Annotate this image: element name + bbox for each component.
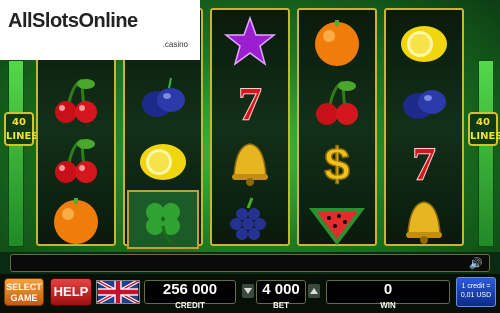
cherries-symbol — [38, 130, 114, 189]
orange-symbol — [38, 190, 114, 249]
svg-text:7: 7 — [412, 138, 436, 188]
logo-text: AllSlotsOnline — [8, 10, 138, 32]
plum-symbol — [125, 70, 201, 129]
cherries-icon — [55, 138, 97, 183]
lines-indicator-left: 40 LINES — [4, 112, 39, 146]
speaker-icon[interactable]: 🔊 — [469, 257, 483, 270]
clover-symbol — [127, 190, 199, 249]
plum-icon — [142, 77, 185, 117]
bet-value: 4 000 — [262, 281, 300, 298]
bell-symbol — [386, 190, 462, 249]
dollar-symbol: $ — [299, 132, 375, 191]
watermelon-icon — [309, 207, 365, 245]
message-bar: 🔊 — [10, 254, 490, 272]
language-flag-icon[interactable] — [96, 279, 140, 305]
bet-decrease-arrow-icon[interactable] — [242, 284, 254, 298]
bell-icon — [406, 200, 442, 244]
credit-label: CREDIT — [175, 301, 205, 310]
bet-label: BET — [273, 301, 289, 310]
denomination-button[interactable]: 1 credit = 0,01 USD — [456, 277, 496, 307]
lines-count-left: 40 — [12, 117, 26, 128]
orange-icon — [315, 19, 359, 66]
plum-symbol — [386, 72, 462, 131]
lemon-symbol — [125, 130, 201, 189]
seven-symbol: 7 — [212, 72, 288, 131]
bell-icon — [232, 142, 268, 186]
seven-icon: 7 — [238, 77, 263, 128]
lemon-icon — [140, 143, 186, 180]
orange-icon — [54, 197, 98, 244]
reel-3: 7 — [210, 8, 290, 246]
reel-5: 7 — [384, 8, 464, 246]
right-line-bar — [478, 60, 494, 247]
dollar-icon: $ — [323, 137, 350, 188]
lines-word-left: LINES — [6, 131, 39, 142]
plum-icon — [403, 89, 446, 119]
left-line-bar — [8, 60, 24, 247]
svg-text:7: 7 — [238, 78, 262, 128]
win-value: 0 — [383, 281, 393, 298]
orange-symbol — [299, 12, 375, 71]
denomination-line1: 1 credit = — [461, 283, 491, 290]
game-stage: 40 LINES 40 LINES 7 $ 7 AllSlotsOnline .… — [0, 0, 500, 252]
site-logo: AllSlotsOnline .casino — [0, 0, 200, 60]
seven-icon: 7 — [412, 137, 437, 188]
logo-subtext: .casino — [162, 40, 188, 49]
bell-symbol — [212, 132, 288, 191]
denomination-line2: 0,01 USD — [460, 292, 492, 299]
bet-increase-arrow-icon[interactable] — [308, 284, 320, 298]
grapes-symbol — [212, 190, 288, 249]
cherries-symbol — [38, 70, 114, 129]
watermelon-symbol — [299, 190, 375, 249]
lines-count-right: 40 — [476, 117, 490, 128]
cherries-icon — [316, 80, 358, 125]
control-panel: SELECT GAME HELP 256 000 CREDIT 4 000 BE… — [0, 274, 500, 313]
svg-text:$: $ — [324, 138, 350, 188]
reel-4: $ — [297, 8, 377, 246]
lemon-icon — [401, 25, 447, 62]
credit-value: 256 000 — [162, 281, 218, 298]
seven-symbol: 7 — [386, 132, 462, 191]
star-symbol — [212, 12, 288, 71]
grapes-icon — [230, 196, 266, 240]
lines-word-right: LINES — [470, 131, 500, 142]
lines-indicator-right: 40 LINES — [468, 112, 500, 146]
lemon-symbol — [386, 12, 462, 71]
cherries-symbol — [299, 72, 375, 131]
cherries-icon — [55, 78, 97, 123]
help-button[interactable]: HELP — [50, 278, 92, 306]
select-game-button[interactable]: SELECT GAME — [4, 278, 44, 306]
win-label: WIN — [380, 301, 396, 310]
star-icon — [223, 15, 277, 66]
clover-icon — [146, 202, 180, 243]
